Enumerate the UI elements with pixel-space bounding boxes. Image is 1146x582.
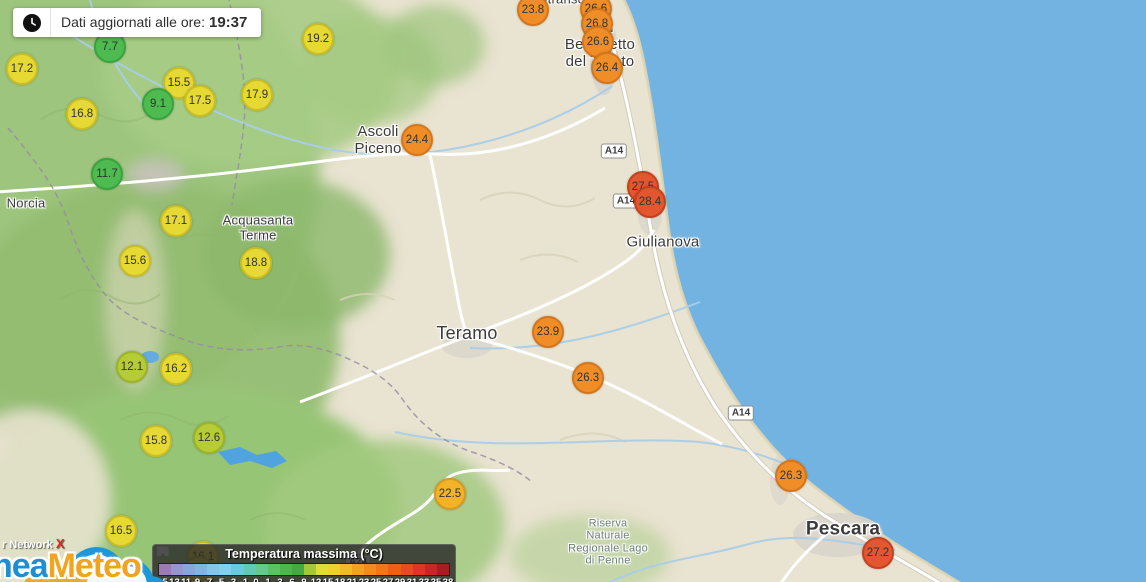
legend-color-cell (280, 564, 292, 575)
legend-color-cell (159, 564, 171, 575)
legend-color-cell (364, 564, 376, 575)
temp-marker[interactable]: 19.2 (302, 23, 334, 55)
legend-color-cell (388, 564, 400, 575)
legend-tick: 31 (406, 577, 418, 582)
temp-marker[interactable]: 15.8 (140, 425, 172, 457)
legend-color-cell (195, 564, 207, 575)
legend-color-cell (413, 564, 425, 575)
temp-marker[interactable]: 27.2 (862, 537, 894, 569)
legend-color-cell (304, 564, 316, 575)
legend-tick: -9 (190, 577, 202, 582)
legend-color-cell (231, 564, 243, 575)
legend-tick: 3 (274, 577, 286, 582)
temp-marker[interactable]: 24.4 (401, 124, 433, 156)
temperature-legend: Temperatura massima (°C) -15-13-11-9-7-5… (152, 544, 456, 582)
temp-marker[interactable]: 17.1 (160, 205, 192, 237)
legend-color-cell (268, 564, 280, 575)
legend-tick: 27 (382, 577, 394, 582)
temp-marker[interactable]: 15.6 (119, 245, 151, 277)
temp-marker[interactable]: 18.8 (240, 247, 272, 279)
status-time: 19:37 (209, 14, 247, 31)
temp-marker[interactable]: 22.5 (434, 478, 466, 510)
temp-marker[interactable]: 23.9 (532, 316, 564, 348)
weather-map-page: PIA2416.115.8 A14A14A14 NorciaAcquasanta… (0, 0, 1146, 582)
legend-tick: 25 (370, 577, 382, 582)
legend-tick: 21 (346, 577, 358, 582)
legend-title: Temperatura massima (°C) (153, 547, 455, 561)
temp-marker[interactable]: 26.3 (572, 362, 604, 394)
temp-marker[interactable]: 26.3 (775, 460, 807, 492)
temperature-marker-layer: 23.826.626.826.626.419.27.717.215.517.59… (0, 0, 1146, 582)
legend-tick: 35 (430, 577, 442, 582)
status-divider (50, 8, 51, 37)
legend-tick: 33 (418, 577, 430, 582)
legend-color-cell (244, 564, 256, 575)
legend-tick-labels: -15-13-11-9-7-5-3-1013691215182123252729… (154, 577, 454, 582)
legend-tick: -13 (166, 577, 178, 582)
legend-tick: 15 (322, 577, 334, 582)
temp-marker[interactable]: 26.4 (591, 52, 623, 84)
status-bar: Dati aggiornati alle ore:19:37 (13, 8, 261, 37)
temp-marker[interactable]: 11.7 (91, 158, 123, 190)
legend-color-cell (437, 564, 449, 575)
legend-tick: 6 (286, 577, 298, 582)
legend-tick: 38 (442, 577, 454, 582)
legend-tick: 0 (250, 577, 262, 582)
temp-marker[interactable]: 17.9 (241, 79, 273, 111)
legend-tick: 18 (334, 577, 346, 582)
legend-tick: -5 (214, 577, 226, 582)
legend-color-cell (401, 564, 413, 575)
legend-tick: 1 (262, 577, 274, 582)
legend-tick: -15 (154, 577, 166, 582)
legend-color-cell (316, 564, 328, 575)
legend-tick: -3 (226, 577, 238, 582)
temp-marker[interactable]: 16.2 (160, 353, 192, 385)
temp-marker[interactable]: 12.6 (193, 422, 225, 454)
temp-marker[interactable]: 28.4 (634, 186, 666, 218)
legend-color-cell (292, 564, 304, 575)
clock-icon (23, 14, 41, 32)
legend-color-cell (256, 564, 268, 575)
status-text: Dati aggiornati alle ore:19:37 (61, 14, 247, 31)
legend-tick: -1 (238, 577, 250, 582)
temp-marker[interactable]: 17.5 (184, 85, 216, 117)
legend-tick: 9 (298, 577, 310, 582)
temp-marker[interactable]: 23.8 (517, 0, 549, 26)
temp-marker[interactable]: 9.1 (142, 88, 174, 120)
legend-tick: 23 (358, 577, 370, 582)
temp-marker[interactable]: 17.2 (6, 53, 38, 85)
legend-color-cell (425, 564, 437, 575)
legend-color-cell (219, 564, 231, 575)
legend-tick: -11 (178, 577, 190, 582)
legend-color-cell (352, 564, 364, 575)
legend-color-cell (328, 564, 340, 575)
legend-tick: 12 (310, 577, 322, 582)
legend-color-cell (171, 564, 183, 575)
status-label: Dati aggiornati alle ore: (61, 14, 205, 30)
temp-marker[interactable]: 16.8 (66, 98, 98, 130)
legend-color-scale (158, 563, 450, 576)
legend-color-cell (340, 564, 352, 575)
legend-tick: 29 (394, 577, 406, 582)
temp-marker[interactable]: 12.1 (116, 351, 148, 383)
legend-color-cell (207, 564, 219, 575)
legend-tick: -7 (202, 577, 214, 582)
legend-color-cell (376, 564, 388, 575)
legend-color-cell (183, 564, 195, 575)
temp-marker[interactable]: 16.5 (105, 515, 137, 547)
